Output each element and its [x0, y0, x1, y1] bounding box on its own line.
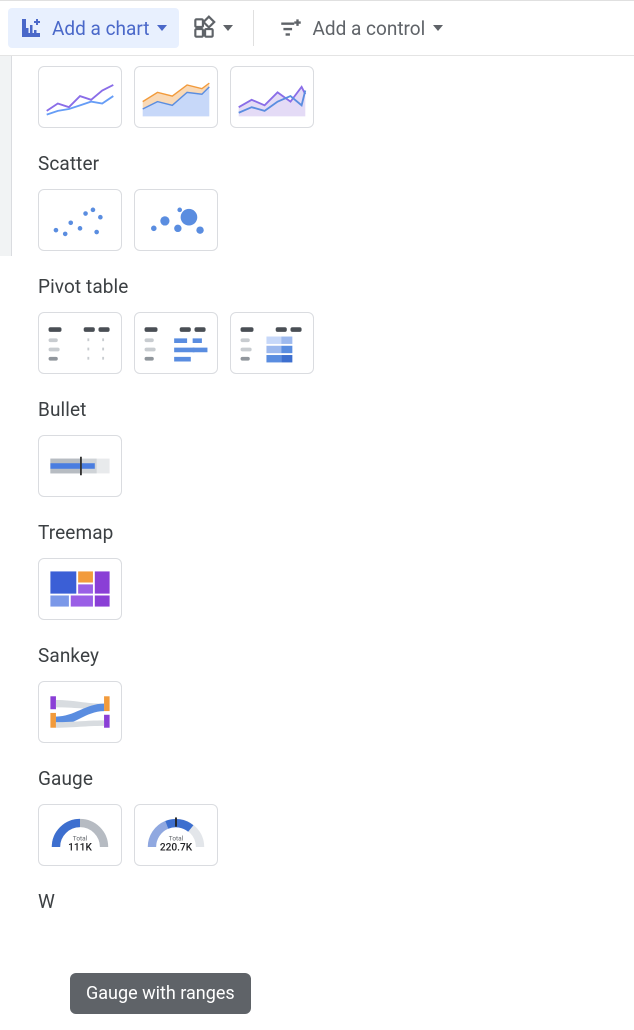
toolbar: Add a chart Add a control: [0, 0, 634, 56]
section-title-treemap: Treemap: [38, 521, 336, 544]
add-control-button[interactable]: Add a control: [266, 7, 455, 49]
add-control-label: Add a control: [312, 17, 425, 40]
add-chart-label: Add a chart: [52, 17, 149, 40]
chevron-down-icon: [433, 25, 443, 31]
chart-option-gauge[interactable]: Total 111K: [38, 804, 122, 866]
chart-picker-menu: Scatter Pivot tab: [22, 58, 352, 933]
chart-option-pivot-bars[interactable]: [134, 312, 218, 374]
gauge-label: Total: [73, 835, 88, 843]
chevron-down-icon: [157, 25, 167, 31]
section-title-waterfall: W: [38, 890, 336, 913]
add-chart-button[interactable]: Add a chart: [8, 8, 179, 48]
filter-plus-icon: [278, 15, 304, 41]
section-title-gauge: Gauge: [38, 767, 336, 790]
section-title-bullet: Bullet: [38, 398, 336, 421]
chart-option-bubble[interactable]: [134, 189, 218, 251]
chart-option-pivot-table[interactable]: [38, 312, 122, 374]
chevron-down-icon: [223, 25, 233, 31]
section-title-sankey: Sankey: [38, 644, 336, 667]
section-title-pivot: Pivot table: [38, 275, 336, 298]
gauge-value: 111K: [68, 843, 92, 854]
chart-option-scatter[interactable]: [38, 189, 122, 251]
bar-chart-plus-icon: [20, 16, 44, 40]
section-title-scatter: Scatter: [38, 152, 336, 175]
gauge-label: Total: [169, 835, 184, 843]
gauge-value: 220.7K: [160, 843, 193, 854]
chart-option-area[interactable]: [230, 66, 314, 128]
chart-option-pivot-heatmap[interactable]: [230, 312, 314, 374]
chart-option-bullet[interactable]: [38, 435, 122, 497]
chart-option-stacked-area[interactable]: [134, 66, 218, 128]
toolbar-separator: [253, 10, 254, 46]
chart-option-line[interactable]: [38, 66, 122, 128]
chart-option-treemap[interactable]: [38, 558, 122, 620]
chart-option-gauge-ranges[interactable]: Total 220.7K: [134, 804, 218, 866]
tooltip: Gauge with ranges: [70, 973, 251, 1014]
chart-option-sankey[interactable]: [38, 681, 122, 743]
community-viz-button[interactable]: [183, 11, 241, 45]
canvas-background: [0, 56, 12, 256]
